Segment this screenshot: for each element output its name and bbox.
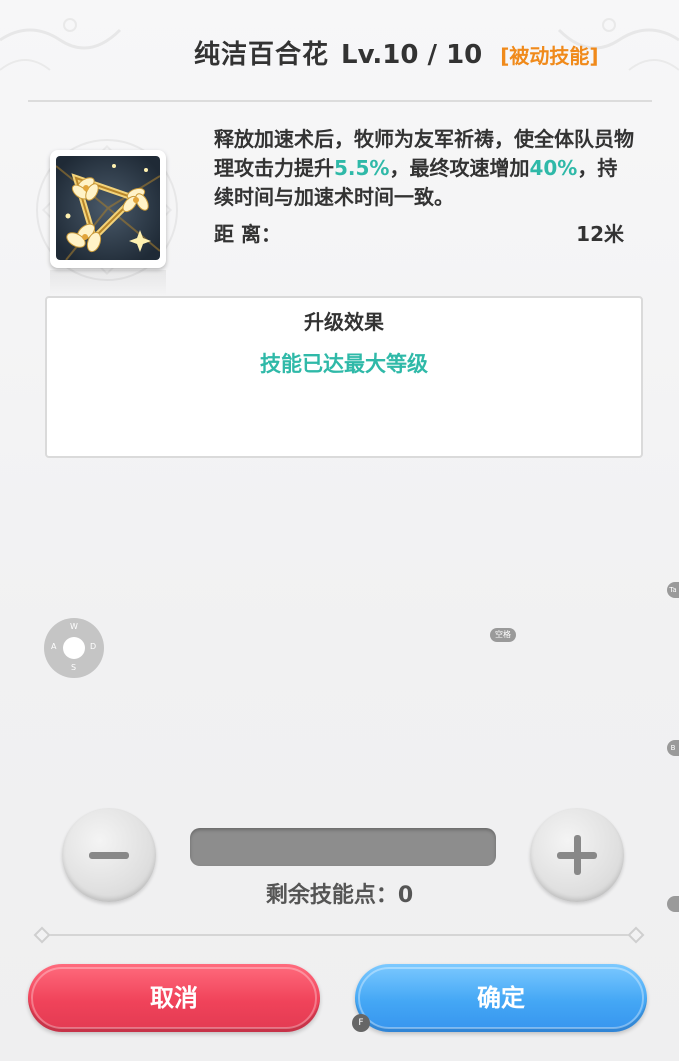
skill-level-bar[interactable]: [190, 828, 496, 866]
confirm-button[interactable]: 确定: [355, 964, 647, 1032]
range-label: 距 离：: [214, 222, 281, 246]
b-key-chip[interactable]: B: [667, 740, 679, 756]
upgrade-title: 升级效果: [304, 310, 384, 334]
joystick-center: [63, 637, 85, 659]
icon-shadow: [50, 270, 166, 296]
desc-text-2: ，最终攻速增加: [389, 156, 530, 180]
upgrade-message: 技能已达最大等级: [260, 352, 428, 376]
wasd-joystick[interactable]: W A S D: [44, 618, 104, 678]
key-a: A: [51, 642, 57, 651]
divider-diamond-left: [33, 926, 51, 944]
key-d: D: [90, 642, 97, 651]
remaining-points: 剩余技能点：0: [0, 877, 679, 909]
key-s: S: [71, 663, 77, 672]
title-divider: [28, 100, 652, 102]
minus-icon: [89, 852, 129, 859]
range-value: 12米: [576, 222, 624, 246]
cancel-button[interactable]: 取消: [28, 964, 320, 1032]
space-key-chip[interactable]: 空格: [490, 628, 516, 642]
skill-title-row: 纯洁百合花 Lv.10 / 10 [被动技能]: [194, 34, 599, 74]
key-w: W: [70, 622, 78, 631]
skill-icon-frame: [50, 150, 166, 268]
skill-name: 纯洁百合花: [194, 40, 330, 70]
divider-diamond-right: [627, 926, 645, 944]
skill-description: 释放加速术后，牧师为友军祈祷，使全体队员物理攻击力提升5.5%，最终攻速增加40…: [214, 125, 634, 212]
desc-highlight-attack: 5.5%: [334, 156, 390, 180]
skill-level: Lv.10 / 10: [341, 40, 483, 70]
skill-type-badge: [被动技能]: [500, 44, 599, 68]
range-row: 距 离： 12米: [214, 218, 624, 247]
bottom-divider: [40, 934, 638, 936]
lily-flowers-icon: [56, 156, 160, 260]
desc-highlight-speed: 40%: [529, 156, 578, 180]
remaining-value: 0: [397, 883, 414, 908]
remaining-label: 剩余技能点：: [265, 883, 398, 908]
f-key-chip[interactable]: F: [352, 1014, 370, 1032]
upgrade-effect-box: 升级效果 技能已达最大等级: [45, 296, 643, 458]
tab-key-chip[interactable]: Ta: [667, 582, 679, 598]
corner-ornament-left: [0, 18, 122, 71]
skill-detail-panel: 纯洁百合花 Lv.10 / 10 [被动技能] 释放加速术后，牧师为友军祈祷，使…: [0, 0, 679, 1061]
